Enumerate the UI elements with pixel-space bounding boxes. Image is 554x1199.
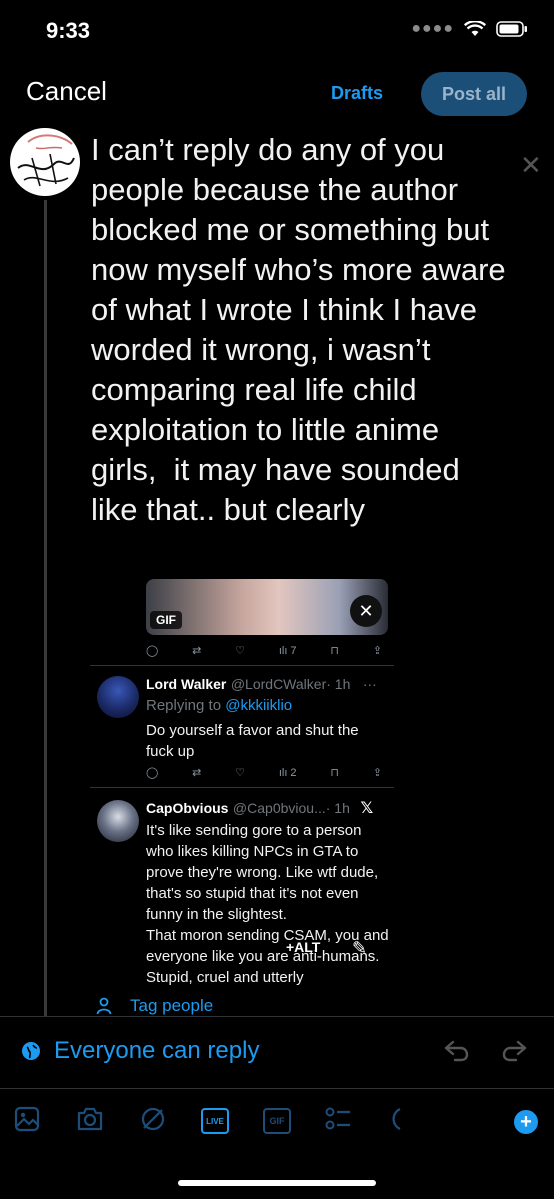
gif-remove-icon: ✕ (350, 595, 382, 627)
undo-icon[interactable] (443, 1038, 473, 1071)
tweet-action-row: ◯ ⇄ ♡ ılı 2 ⊓ ⇪ (146, 766, 382, 780)
divider (90, 787, 394, 788)
retweet-icon: ⇄ (192, 645, 202, 657)
thread-line (44, 200, 47, 1016)
replying-handle: @kkkiiklio (225, 697, 293, 714)
camera-icon[interactable] (76, 1106, 104, 1137)
close-icon[interactable]: ✕ (520, 150, 542, 181)
reply-icon: ◯ (146, 767, 159, 779)
edit-pencil-icon: ✎ (352, 938, 368, 958)
author-name: Lord Walker (146, 676, 227, 692)
home-indicator (178, 1180, 376, 1186)
tweet-body: Do yourself a favor and shut the fuck up (146, 722, 359, 760)
author-handle: @Cap0bviou... (232, 800, 326, 816)
more-icon: ··· (362, 676, 377, 692)
avatar (97, 800, 139, 842)
person-icon (96, 997, 112, 1015)
image-icon[interactable] (14, 1106, 40, 1137)
wifi-icon (464, 21, 486, 36)
live-button[interactable]: LIVE (201, 1108, 229, 1134)
gif-badge: GIF (150, 611, 182, 629)
gif-button[interactable]: GIF (263, 1108, 291, 1134)
redo-icon[interactable] (498, 1038, 528, 1071)
status-icons: ●●●● (411, 20, 528, 38)
share-icon: ⇪ (372, 767, 382, 779)
signal-dots-icon: ●●●● (411, 20, 454, 37)
live-icon: LIVE (201, 1108, 229, 1134)
like-icon: ♡ (235, 645, 246, 657)
views-icon: ılı 7 (278, 644, 297, 657)
location-icon[interactable] (388, 1106, 402, 1137)
post-all-button[interactable]: Post all (421, 72, 527, 116)
tag-people-button[interactable]: Tag people (96, 996, 213, 1016)
reply-setting-label: Everyone can reply (54, 1037, 260, 1064)
drafts-button[interactable]: Drafts (331, 83, 383, 104)
avatar[interactable] (10, 128, 80, 196)
divider (0, 1088, 554, 1089)
author-handle: @LordCWalker (230, 676, 327, 692)
share-icon: ⇪ (372, 645, 382, 657)
gif-action-row: ◯ ⇄ ♡ ılı 7 ⊓ ⇪ (146, 644, 382, 658)
reply-icon: ◯ (146, 645, 159, 657)
replying-prefix: Replying to (146, 697, 222, 714)
attached-image[interactable]: GIF ✕ ◯ ⇄ ♡ ılı 7 ⊓ ⇪ Lord Walker @LordC… (90, 572, 398, 992)
views-icon: ılı 2 (278, 766, 297, 779)
tweet-header: CapObvious @Cap0bviou...· 1h 𝕏 (146, 798, 373, 818)
add-post-button[interactable]: + (514, 1110, 538, 1134)
views-count: 2 (290, 766, 297, 779)
grok-icon[interactable] (140, 1106, 166, 1137)
poll-icon[interactable] (324, 1106, 352, 1137)
tweet-header: Lord Walker @LordCWalker· 1h ··· (146, 676, 377, 694)
battery-icon (496, 21, 527, 37)
like-icon: ♡ (235, 767, 246, 779)
add-alt-button: +ALT (286, 939, 321, 955)
avatar (97, 676, 139, 718)
divider (90, 665, 394, 666)
reply-setting-button[interactable]: Everyone can reply (22, 1037, 259, 1065)
tweet-time: · 1h (325, 800, 350, 816)
bookmark-icon: ⊓ (330, 767, 339, 779)
divider (0, 1016, 554, 1017)
views-count: 7 (290, 644, 297, 657)
gif-icon: GIF (263, 1108, 291, 1134)
tweet-time: · 1h (326, 676, 351, 692)
gif-thumbnail: GIF ✕ (146, 579, 388, 635)
author-name: CapObvious (146, 800, 229, 816)
tag-people-label: Tag people (130, 996, 214, 1015)
globe-icon (22, 1042, 40, 1060)
compose-text-input[interactable]: I can’t reply do any of you people becau… (91, 130, 511, 530)
tweet-body: It's like sending gore to a person who l… (146, 822, 389, 986)
bookmark-icon: ⊓ (330, 645, 339, 657)
replying-to: Replying to @kkkiiklio (146, 697, 292, 714)
x-logo-icon: 𝕏 (360, 800, 374, 817)
retweet-icon: ⇄ (192, 767, 202, 779)
status-time: 9:33 (46, 18, 91, 43)
cancel-button[interactable]: Cancel (26, 76, 107, 107)
